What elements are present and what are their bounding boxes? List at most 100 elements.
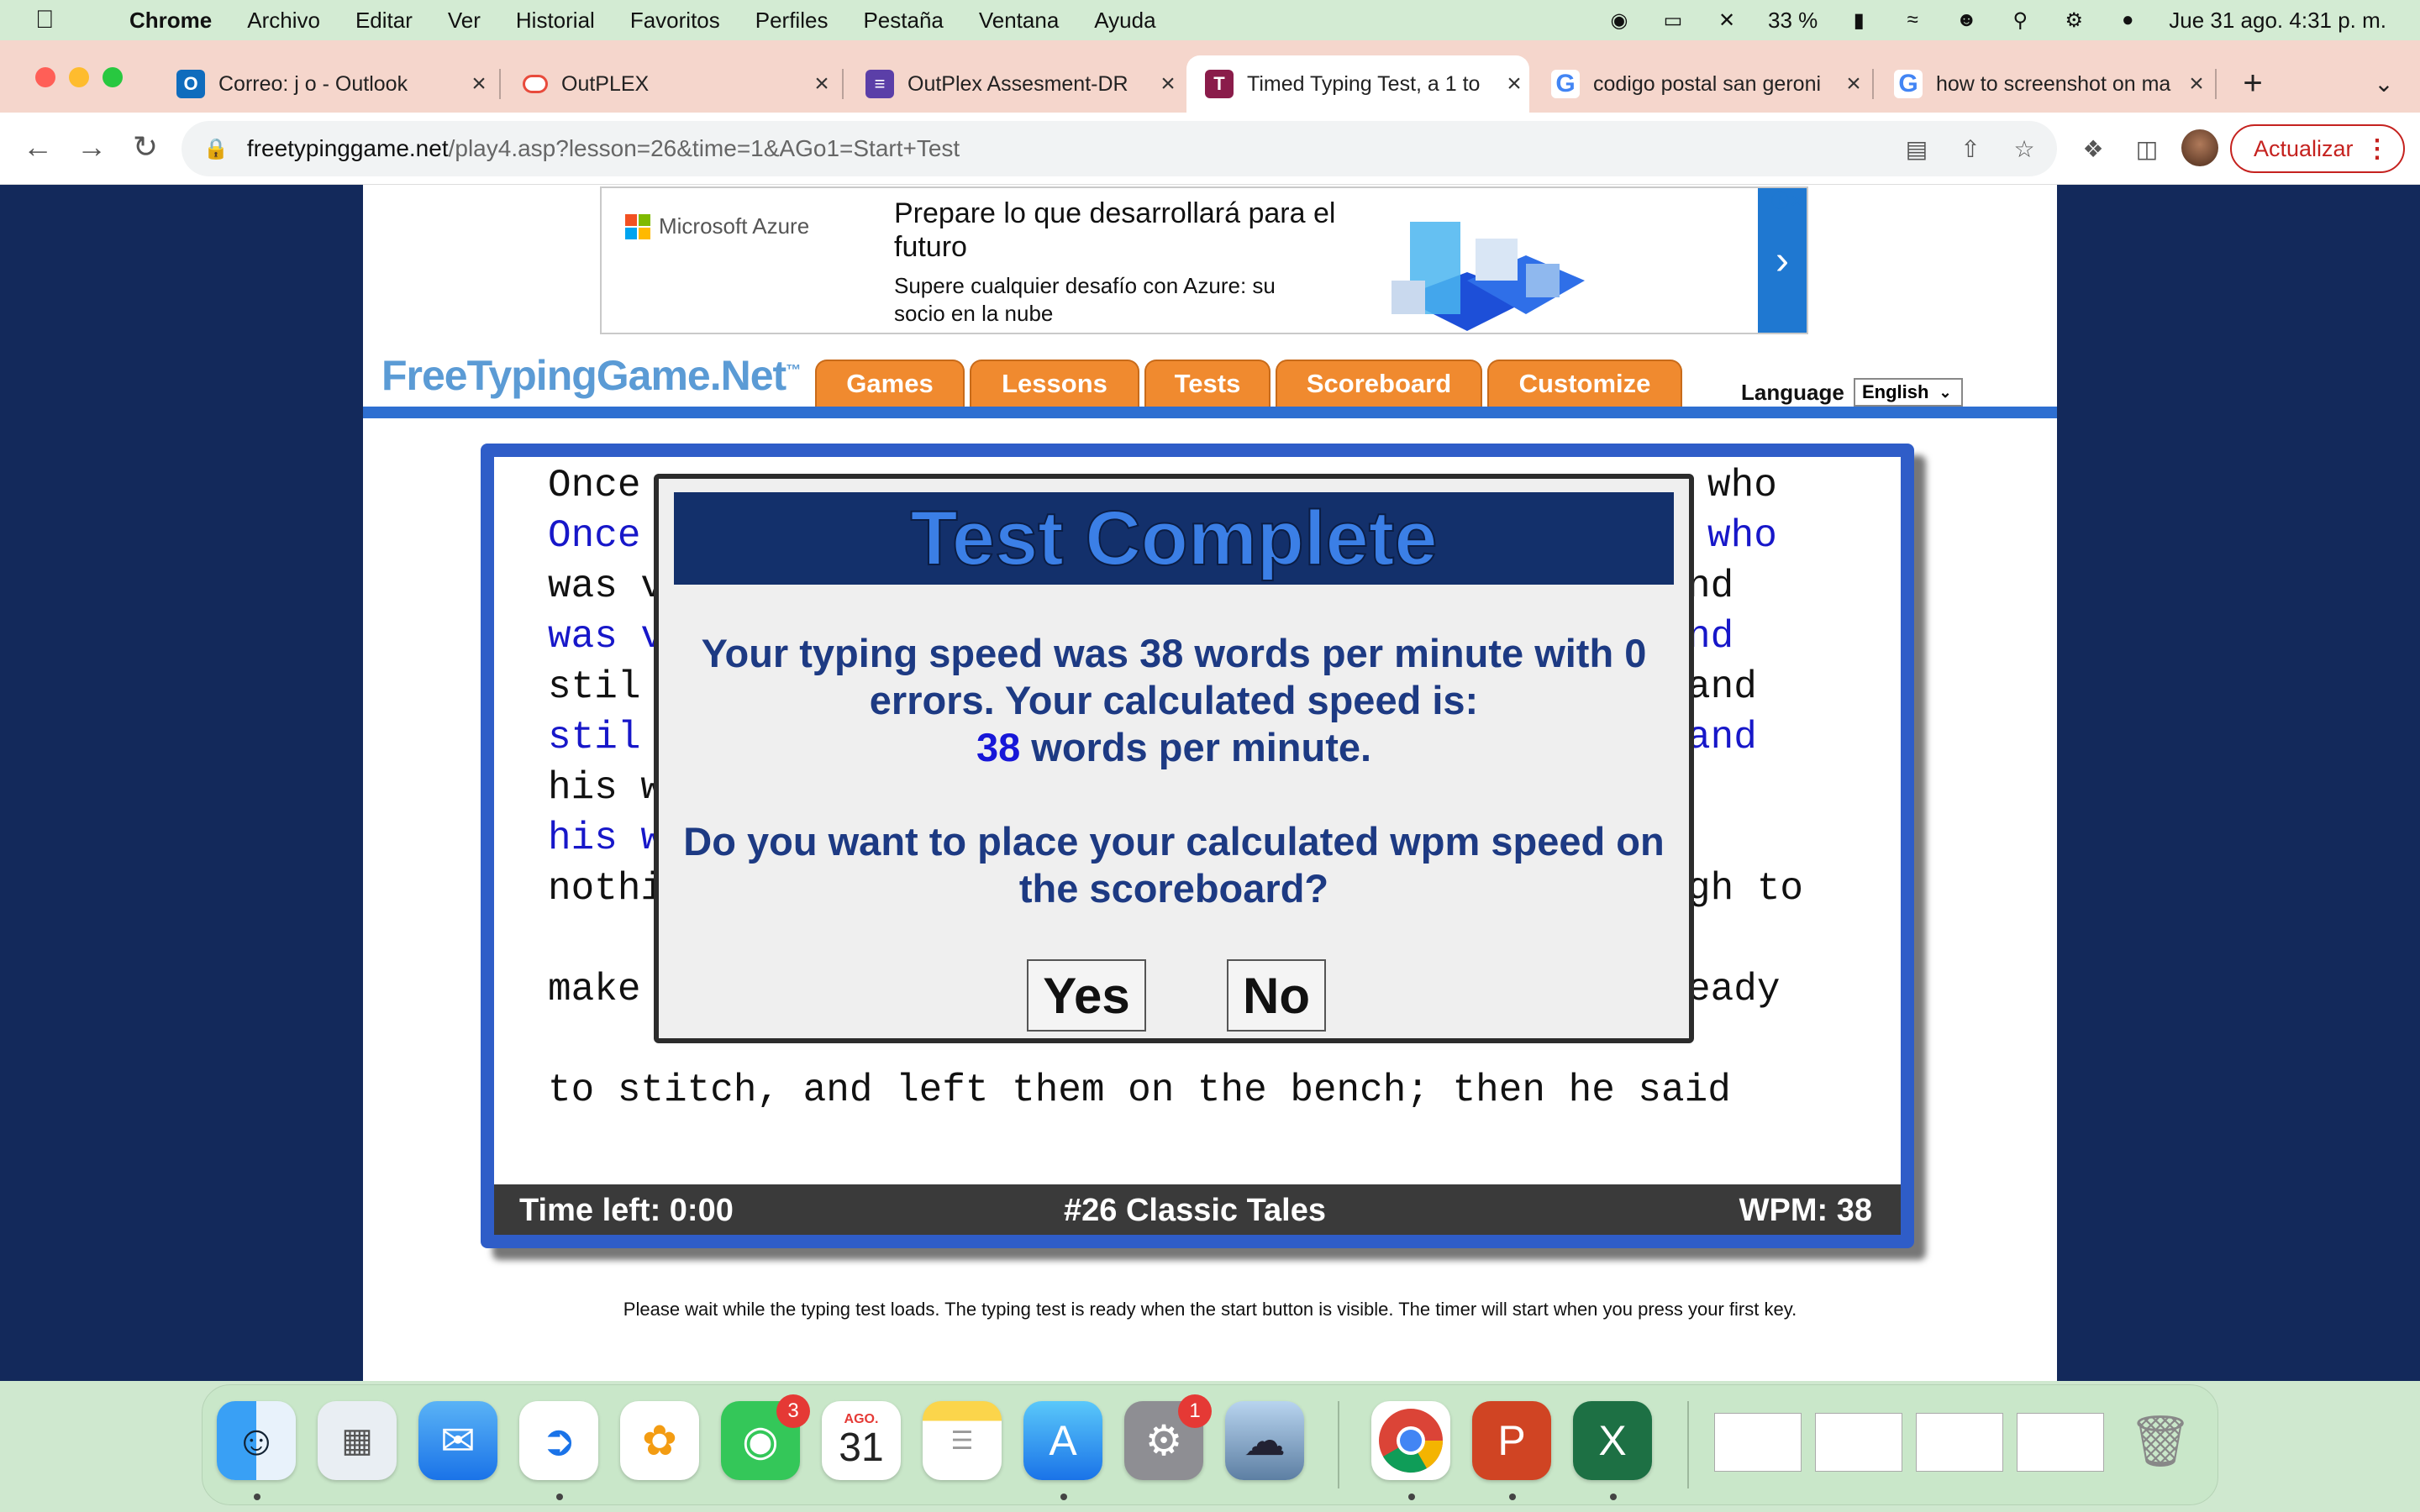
notes-icon[interactable]: ☰ xyxy=(923,1401,1002,1480)
close-tab-icon[interactable]: × xyxy=(1839,70,1869,98)
text-line-right: and xyxy=(1687,665,1757,709)
bluetooth-off-icon[interactable]: ✕ xyxy=(1714,9,1739,32)
cubes-illustration xyxy=(1392,222,1585,331)
more-menu-icon[interactable]: ⋮ xyxy=(2365,134,2390,164)
menu-clock[interactable]: Jue 31 ago. 4:31 p. m. xyxy=(2169,8,2386,34)
nav-games[interactable]: Games xyxy=(815,360,965,407)
spotlight-search-icon[interactable]: ⚲ xyxy=(2007,9,2033,32)
dock-separator xyxy=(1687,1401,1689,1488)
tab-search-chevron-icon[interactable]: ⌄ xyxy=(2363,62,2405,104)
minimize-window-button[interactable] xyxy=(69,67,89,87)
nav-lessons[interactable]: Lessons xyxy=(970,360,1139,407)
close-tab-icon[interactable]: × xyxy=(1499,70,1529,98)
typed-line-right: nd xyxy=(1687,615,1734,659)
minimized-window-thumbnail[interactable] xyxy=(1815,1413,1902,1472)
battery-icon[interactable]: ▮ xyxy=(1846,9,1871,32)
close-window-button[interactable] xyxy=(35,67,55,87)
nav-scoreboard[interactable]: Scoreboard xyxy=(1276,360,1482,407)
trash-icon[interactable]: 🗑 xyxy=(2121,1401,2200,1480)
powerpoint-icon[interactable]: P xyxy=(1472,1401,1551,1480)
menu-pestana[interactable]: Pestaña xyxy=(863,8,943,34)
chrome-logo-icon xyxy=(1379,1409,1444,1473)
bookmark-star-icon[interactable]: ☆ xyxy=(2008,133,2040,165)
menu-perfiles[interactable]: Perfiles xyxy=(755,8,829,34)
tab-outplex-assessment[interactable]: ≡ OutPlex Assesment-DR × xyxy=(847,55,1183,113)
forward-button[interactable]: → xyxy=(71,126,113,168)
nav-customize[interactable]: Customize xyxy=(1487,360,1682,407)
text-line: his w xyxy=(548,766,665,810)
menu-ayuda[interactable]: Ayuda xyxy=(1094,8,1155,34)
yes-button[interactable]: Yes xyxy=(1027,959,1146,1032)
tab-separator xyxy=(1872,69,1874,99)
language-value: English xyxy=(1862,381,1929,402)
apple-icon[interactable]:  xyxy=(35,6,69,34)
preview-icon[interactable]: ☁ xyxy=(1225,1401,1304,1480)
running-indicator xyxy=(1408,1494,1415,1500)
tab-title: OutPLEX xyxy=(561,71,650,96)
menu-archivo[interactable]: Archivo xyxy=(247,8,320,34)
close-tab-icon[interactable]: × xyxy=(1153,70,1183,98)
no-button[interactable]: No xyxy=(1227,959,1326,1032)
maximize-window-button[interactable] xyxy=(103,67,123,87)
app-store-icon[interactable]: A xyxy=(1023,1401,1102,1480)
new-tab-button[interactable]: + xyxy=(2232,62,2274,104)
menu-app-name[interactable]: Chrome xyxy=(129,8,212,34)
menu-favoritos[interactable]: Favoritos xyxy=(630,8,720,34)
tab-screenshot-search[interactable]: G how to screenshot on ma × xyxy=(1876,55,2212,113)
tab-outplex[interactable]: OutPLEX × xyxy=(504,55,837,113)
speed-suffix: words per minute. xyxy=(1020,725,1372,769)
siri-icon[interactable]: ● xyxy=(2115,8,2140,31)
close-tab-icon[interactable]: × xyxy=(807,70,837,98)
url-path: /play4.asp?lesson=26&time=1&AGo1=Start+T… xyxy=(448,135,960,161)
profile-avatar[interactable] xyxy=(2181,129,2218,166)
menu-ver[interactable]: Ver xyxy=(448,8,481,34)
side-panel-icon[interactable]: ◫ xyxy=(2131,133,2163,165)
address-bar[interactable]: 🔒 freetypinggame.net/play4.asp?lesson=26… xyxy=(182,121,2057,176)
safari-icon[interactable]: ➲ xyxy=(519,1401,598,1480)
outlook-icon: O xyxy=(176,70,205,98)
language-select[interactable]: English ⌄ xyxy=(1854,378,1963,407)
lock-icon[interactable]: 🔒 xyxy=(203,137,229,161)
calendar-icon[interactable]: AGO. 31 xyxy=(822,1401,901,1480)
extensions-puzzle-icon[interactable]: ❖ xyxy=(2077,133,2109,165)
control-center-icon[interactable]: ⚙ xyxy=(2061,9,2086,32)
display-icon[interactable]: ▭ xyxy=(1660,9,1686,32)
chrome-icon[interactable] xyxy=(1371,1401,1450,1480)
language-label: Language xyxy=(1741,380,1844,405)
tab-outlook[interactable]: O Correo: j o - Outlook × xyxy=(158,55,494,113)
menu-historial[interactable]: Historial xyxy=(516,8,595,34)
typing-icon: T xyxy=(1205,70,1234,98)
dialog-title: Test Complete xyxy=(674,492,1674,585)
launchpad-icon[interactable]: ▦ xyxy=(318,1401,397,1480)
nav-tests[interactable]: Tests xyxy=(1144,360,1270,407)
update-chrome-button[interactable]: Actualizar ⋮ xyxy=(2230,124,2405,173)
minimized-window-thumbnail[interactable] xyxy=(2017,1413,2104,1472)
menu-bar:  Chrome Archivo Editar Ver Historial Fa… xyxy=(0,0,2420,40)
close-tab-icon[interactable]: × xyxy=(2181,70,2212,98)
share-icon[interactable]: ⇧ xyxy=(1954,133,1986,165)
translate-icon[interactable]: ▤ xyxy=(1901,133,1933,165)
back-button[interactable]: ← xyxy=(17,126,59,168)
forms-icon: ≡ xyxy=(865,70,894,98)
menu-editar[interactable]: Editar xyxy=(355,8,413,34)
tab-typing-test[interactable]: T Timed Typing Test, a 1 to × xyxy=(1186,55,1529,113)
ad-banner[interactable]: Microsoft Azure Prepare lo que desarroll… xyxy=(600,186,1808,334)
menu-ventana[interactable]: Ventana xyxy=(979,8,1059,34)
minimized-window-thumbnail[interactable] xyxy=(1916,1413,2003,1472)
close-tab-icon[interactable]: × xyxy=(464,70,494,98)
photos-icon[interactable]: ✿ xyxy=(620,1401,699,1480)
reload-button[interactable]: ↻ xyxy=(124,126,166,168)
excel-icon[interactable]: X xyxy=(1573,1401,1652,1480)
wpm-readout: WPM: 38 xyxy=(1739,1193,1872,1228)
site-logo[interactable]: FreeTypingGame.Net™ xyxy=(381,351,801,400)
creative-cloud-icon[interactable]: ◉ xyxy=(1607,9,1632,32)
minimized-window-thumbnail[interactable] xyxy=(1714,1413,1802,1472)
ad-info-close-icon[interactable]: ⓘ✕ xyxy=(1771,186,1805,213)
google-icon: G xyxy=(1551,70,1580,98)
tab-codigo-postal[interactable]: G codigo postal san geroni × xyxy=(1533,55,1869,113)
update-label: Actualizar xyxy=(2254,135,2354,161)
user-icon[interactable]: ☻ xyxy=(1954,8,1979,31)
finder-icon[interactable]: ☺ xyxy=(217,1401,296,1480)
mail-icon[interactable]: ✉ xyxy=(418,1401,497,1480)
wifi-icon[interactable]: ≈ xyxy=(1900,8,1925,31)
